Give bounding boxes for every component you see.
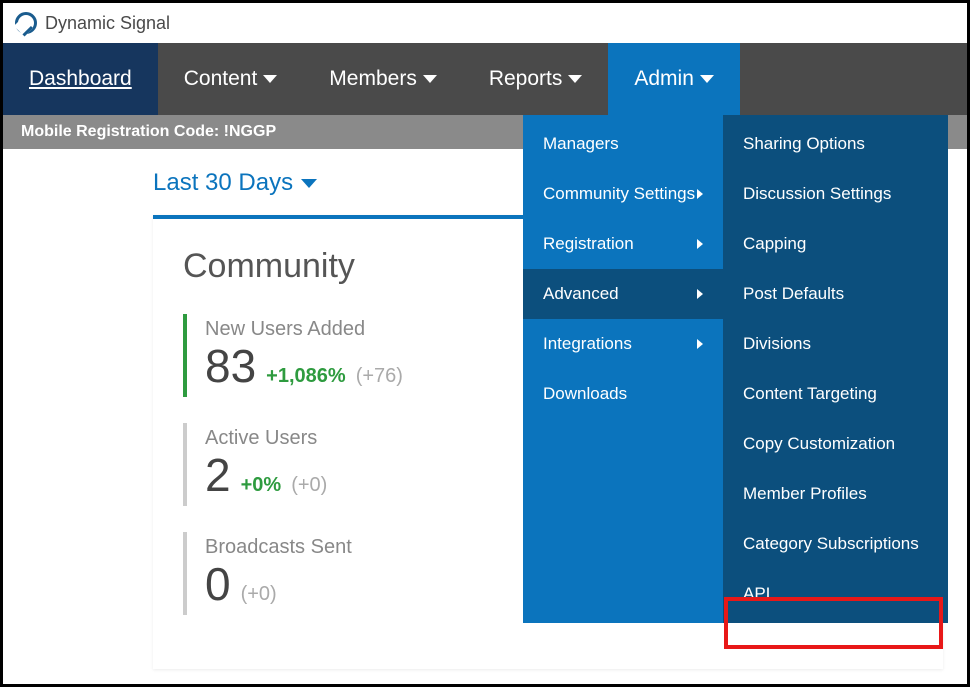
brand-name: Dynamic Signal (45, 13, 170, 34)
chevron-down-icon (700, 75, 714, 83)
menu-item-label: Registration (543, 234, 634, 254)
nav-members-label: Members (329, 67, 417, 91)
submenu-item-divisions[interactable]: Divisions (723, 319, 948, 369)
menu-item-label: Content Targeting (743, 384, 877, 404)
submenu-item-api[interactable]: API (723, 569, 948, 619)
chevron-right-icon (697, 189, 703, 199)
menu-item-label: Discussion Settings (743, 184, 891, 204)
metric-value: 0 (205, 561, 231, 607)
chevron-right-icon (697, 239, 703, 249)
menu-item-advanced[interactable]: Advanced (523, 269, 723, 319)
registration-code-value: !NGGP (224, 123, 276, 140)
menu-item-downloads[interactable]: Downloads (523, 369, 723, 419)
menu-item-label: Member Profiles (743, 484, 867, 504)
nav-content[interactable]: Content (158, 43, 304, 115)
menu-item-integrations[interactable]: Integrations (523, 319, 723, 369)
metric-delta: (+76) (356, 365, 403, 388)
top-nav: Dashboard Content Members Reports Admin (3, 43, 967, 115)
menu-item-managers[interactable]: Managers (523, 119, 723, 169)
submenu-item-post-defaults[interactable]: Post Defaults (723, 269, 948, 319)
metric-value: 83 (205, 343, 256, 389)
nav-admin[interactable]: Admin (608, 43, 740, 115)
menu-item-label: Category Subscriptions (743, 534, 919, 554)
metric-delta: (+0) (291, 474, 327, 497)
nav-content-label: Content (184, 67, 258, 91)
nav-dashboard-label: Dashboard (29, 67, 132, 91)
metric-value: 2 (205, 452, 231, 498)
nav-reports[interactable]: Reports (463, 43, 609, 115)
menu-item-label: Post Defaults (743, 284, 844, 304)
submenu-item-category-subscriptions[interactable]: Category Subscriptions (723, 519, 948, 569)
menu-item-label: Sharing Options (743, 134, 865, 154)
nav-reports-label: Reports (489, 67, 563, 91)
menu-item-registration[interactable]: Registration (523, 219, 723, 269)
menu-item-label: Integrations (543, 334, 632, 354)
admin-menu-col1: Managers Community Settings Registration… (523, 115, 723, 623)
chevron-down-icon (568, 75, 582, 83)
registration-code-label: Mobile Registration Code: (21, 123, 224, 140)
submenu-item-capping[interactable]: Capping (723, 219, 948, 269)
submenu-item-sharing-options[interactable]: Sharing Options (723, 119, 948, 169)
menu-item-label: Downloads (543, 384, 627, 404)
menu-item-label: Advanced (543, 284, 619, 304)
menu-item-label: API (743, 584, 770, 604)
menu-item-label: Copy Customization (743, 434, 895, 454)
period-label: Last 30 Days (153, 169, 293, 197)
nav-dashboard[interactable]: Dashboard (3, 43, 158, 115)
submenu-item-member-profiles[interactable]: Member Profiles (723, 469, 948, 519)
menu-item-label: Divisions (743, 334, 811, 354)
submenu-item-content-targeting[interactable]: Content Targeting (723, 369, 948, 419)
admin-dropdown: Managers Community Settings Registration… (523, 115, 948, 623)
chevron-right-icon (697, 289, 703, 299)
menu-item-label: Managers (543, 134, 619, 154)
nav-admin-label: Admin (634, 67, 694, 91)
metric-pct: +0% (241, 474, 282, 497)
metric-pct: +1,086% (266, 365, 346, 388)
menu-item-label: Capping (743, 234, 806, 254)
brand-header: Dynamic Signal (3, 3, 967, 43)
brand-logo-icon (15, 12, 37, 34)
chevron-down-icon (423, 75, 437, 83)
menu-item-label: Community Settings (543, 184, 695, 204)
submenu-item-copy-customization[interactable]: Copy Customization (723, 419, 948, 469)
chevron-down-icon (263, 75, 277, 83)
submenu-item-discussion-settings[interactable]: Discussion Settings (723, 169, 948, 219)
chevron-down-icon (301, 179, 317, 188)
chevron-right-icon (697, 339, 703, 349)
nav-members[interactable]: Members (303, 43, 463, 115)
metric-delta: (+0) (241, 583, 277, 606)
admin-menu-col2: Sharing Options Discussion Settings Capp… (723, 115, 948, 623)
menu-item-community-settings[interactable]: Community Settings (523, 169, 723, 219)
